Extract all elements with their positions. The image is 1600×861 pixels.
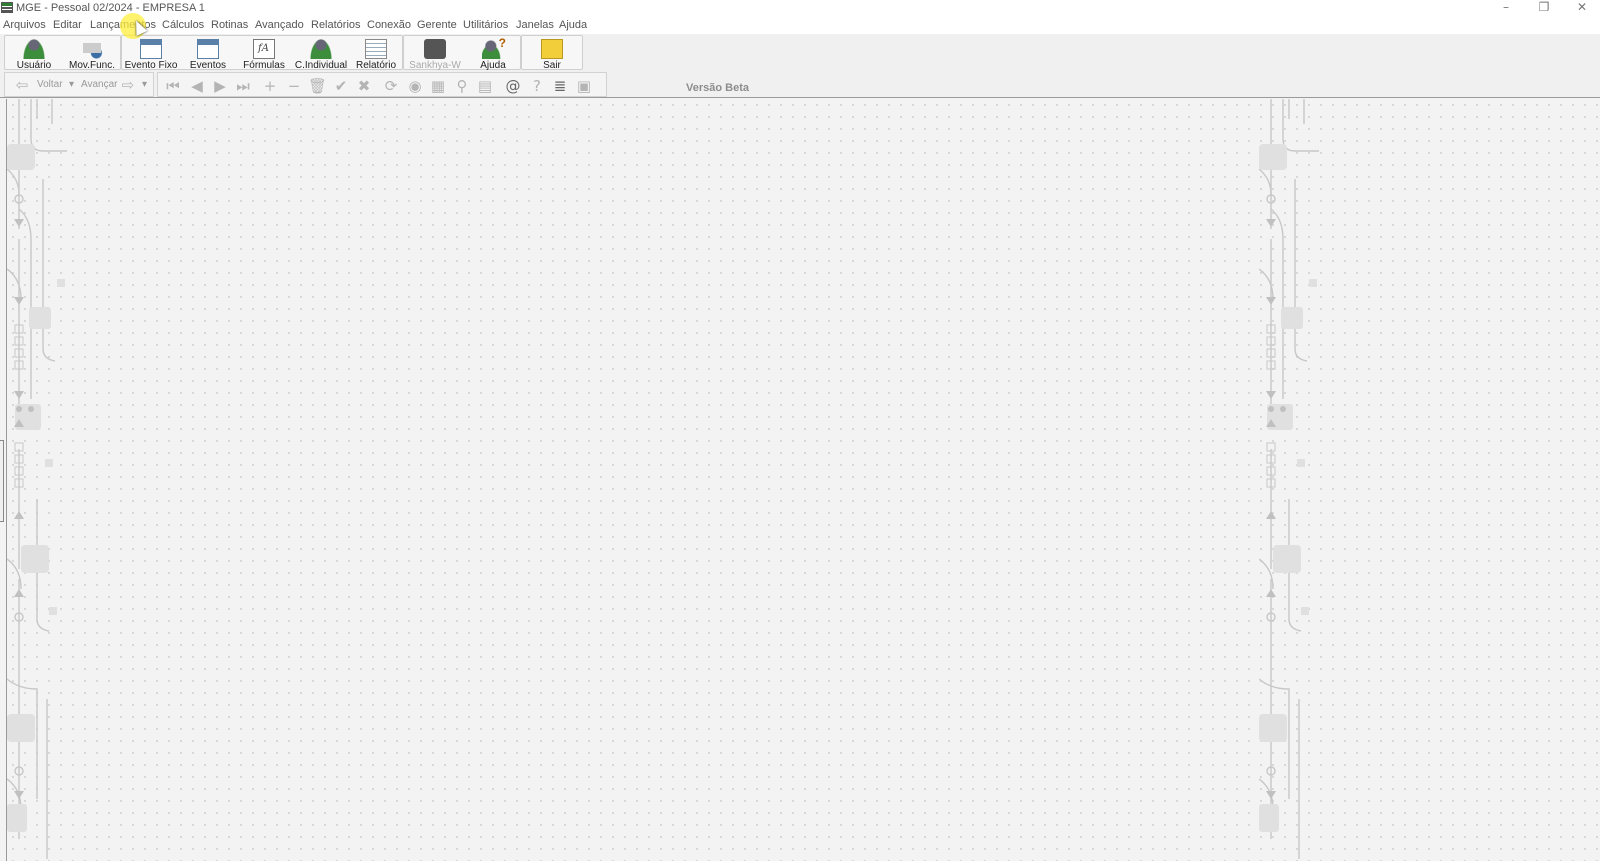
mov-func-label: Mov.Func. <box>69 60 115 71</box>
menu-janelas[interactable]: Janelas <box>516 19 554 31</box>
menu-rotinas[interactable]: Rotinas <box>211 19 248 31</box>
main-workspace <box>6 99 1600 861</box>
exit-door-icon <box>541 39 563 59</box>
back-dropdown-icon[interactable]: ▾ <box>69 79 74 90</box>
menu-editar[interactable]: Editar <box>53 19 82 31</box>
relatorio-label: Relatório <box>355 60 397 71</box>
delete-icon[interactable]: 🗑 <box>308 77 327 95</box>
forward-dropdown-icon[interactable]: ▾ <box>142 79 147 90</box>
title-bar: MGE - Pessoal 02/2024 - EMPRESA 1 – ❐ ✕ <box>0 0 1600 16</box>
menu-gerente[interactable]: Gerente <box>417 19 457 31</box>
toolbar-group-exit: Sair <box>521 35 583 71</box>
forward-arrow-icon[interactable]: ⇨ <box>119 76 137 94</box>
menu-calculos[interactable]: Cálculos <box>162 19 204 31</box>
mov-func-button[interactable]: Mov.Func. <box>63 36 121 71</box>
menu-utilitarios[interactable]: Utilitários <box>463 19 508 31</box>
sankhya-logo-icon <box>424 39 446 59</box>
circuit-decoration-right <box>1259 99 1319 859</box>
evento-fixo-label: Evento Fixo <box>124 60 178 71</box>
menu-avancado[interactable]: Avançado <box>255 19 304 31</box>
sair-label: Sair <box>543 60 561 71</box>
first-record-icon[interactable]: ⏮ <box>164 77 182 95</box>
ajuda-button[interactable]: Ajuda <box>466 36 520 71</box>
ajuda-label: Ajuda <box>480 60 506 71</box>
c-individual-button[interactable]: C.Individual <box>292 36 350 71</box>
wrap-text-icon[interactable]: ≣ <box>551 77 569 95</box>
disk-icon[interactable]: ◉ <box>406 77 424 95</box>
evento-fixo-button[interactable]: Evento Fixo <box>122 36 180 71</box>
relatorio-button[interactable]: Relatório <box>350 36 402 71</box>
individual-calc-icon <box>310 39 332 59</box>
cancel-icon[interactable]: ✖ <box>355 77 373 95</box>
side-panel-handle[interactable] <box>0 440 4 522</box>
search-icon[interactable]: ⚲ <box>453 77 471 95</box>
print-icon[interactable]: ▤ <box>476 77 494 95</box>
maximize-button[interactable]: ❐ <box>1526 0 1562 16</box>
help-icon[interactable]: ? <box>528 77 546 95</box>
main-toolbar: Usuário Mov.Func. Evento Fixo Eventos Fó… <box>0 34 1600 71</box>
c-individual-label: C.Individual <box>294 60 348 71</box>
sankhya-w-button[interactable]: Sankhya-W <box>404 36 466 71</box>
menu-relatorios[interactable]: Relatórios <box>311 19 361 31</box>
beta-version-label: Versão Beta <box>686 82 749 94</box>
employee-movement-icon <box>81 39 103 59</box>
confirm-icon[interactable]: ✔ <box>332 77 350 95</box>
formulas-label: Fórmulas <box>243 60 285 71</box>
toolbar-group-help: Sankhya-W Ajuda <box>403 35 521 71</box>
eventos-label: Eventos <box>189 60 227 71</box>
minimize-button[interactable]: – <box>1488 0 1524 16</box>
back-arrow-icon[interactable]: ⇦ <box>13 76 31 94</box>
usuario-label: Usuário <box>16 60 52 71</box>
app-icon <box>1 2 13 13</box>
sair-button[interactable]: Sair <box>522 36 582 71</box>
navigation-toolbar: ⇦ Voltar ▾ Avançar ⇨ ▾ ⏮ ◀ ▶ ⏭ + − 🗑 ✔ ✖… <box>0 71 1600 98</box>
camera-icon[interactable]: ▣ <box>575 77 593 95</box>
email-icon[interactable]: @ <box>504 77 522 95</box>
events-calendar-icon <box>197 39 219 59</box>
history-nav-group: ⇦ Voltar ▾ Avançar ⇨ ▾ <box>4 72 154 97</box>
fixed-event-calendar-icon <box>140 39 162 59</box>
menu-conexao[interactable]: Conexão <box>367 19 411 31</box>
formulas-button[interactable]: Fórmulas <box>236 36 292 71</box>
avancar-button[interactable]: Avançar <box>81 79 118 90</box>
record-tools-group: ⏮ ◀ ▶ ⏭ + − 🗑 ✔ ✖ ⟳ ◉ ▦ ⚲ ▤ @ ? ≣ ▣ <box>157 72 607 97</box>
grid-icon[interactable]: ▦ <box>429 77 447 95</box>
window-title: MGE - Pessoal 02/2024 - EMPRESA 1 <box>16 2 205 14</box>
sankhya-w-label: Sankhya-W <box>409 60 461 71</box>
menu-ajuda[interactable]: Ajuda <box>559 19 587 31</box>
menu-arquivos[interactable]: Arquivos <box>3 19 46 31</box>
toolbar-group-users: Usuário Mov.Func. <box>4 35 121 71</box>
last-record-icon[interactable]: ⏭ <box>234 77 252 95</box>
help-user-icon <box>482 36 506 59</box>
user-icon <box>23 39 45 59</box>
previous-record-icon[interactable]: ◀ <box>188 77 206 95</box>
close-button[interactable]: ✕ <box>1564 0 1600 16</box>
toolbar-group-events: Evento Fixo Eventos Fórmulas C.Individua… <box>121 35 403 71</box>
remove-icon[interactable]: − <box>285 77 303 95</box>
menu-bar: Arquivos Editar Lançamentos Cálculos Rot… <box>0 16 1600 34</box>
next-record-icon[interactable]: ▶ <box>211 77 229 95</box>
report-icon <box>365 39 387 59</box>
usuario-button[interactable]: Usuário <box>5 36 63 71</box>
add-icon[interactable]: + <box>261 77 279 95</box>
voltar-button[interactable]: Voltar <box>37 79 63 90</box>
refresh-icon[interactable]: ⟳ <box>382 77 400 95</box>
circuit-decoration-left <box>7 99 67 859</box>
eventos-button[interactable]: Eventos <box>180 36 236 71</box>
formula-icon <box>253 39 275 59</box>
